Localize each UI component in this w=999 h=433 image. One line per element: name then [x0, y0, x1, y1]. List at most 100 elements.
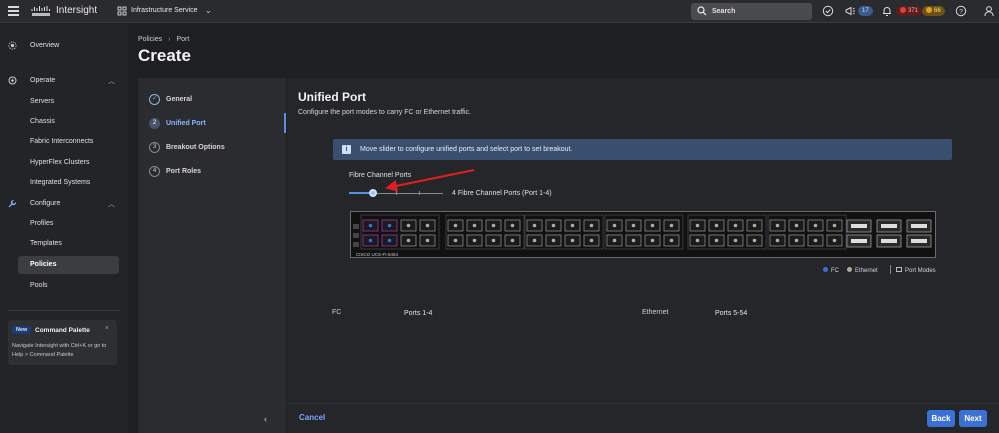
sidebar-item-servers[interactable]: Servers — [30, 98, 54, 105]
port-status-dot[interactable] — [631, 238, 636, 243]
sidebar-item-overview[interactable]: Overview — [30, 42, 59, 49]
port-status-dot[interactable] — [472, 223, 477, 228]
port-status-dot[interactable] — [368, 238, 373, 243]
port-status-dot[interactable] — [491, 223, 496, 228]
switch-model-label: CISCO UCS-FI-6454 — [356, 252, 399, 257]
port-status-dot[interactable] — [669, 223, 674, 228]
legend-divider — [890, 265, 891, 274]
step-general[interactable]: General — [166, 96, 192, 103]
next-button[interactable]: Next — [959, 410, 987, 427]
sidebar-item-pools[interactable]: Pools — [30, 282, 48, 289]
port-status-dot[interactable] — [714, 223, 719, 228]
cisco-logo-icon — [31, 6, 50, 16]
port-status-dot[interactable] — [425, 223, 430, 228]
breadcrumb-policies[interactable]: Policies — [138, 36, 162, 43]
chevron-up-icon[interactable]: ︿ — [108, 76, 115, 86]
port-status-dot[interactable] — [589, 238, 594, 243]
sidebar-item-integrated-systems[interactable]: Integrated Systems — [30, 179, 90, 186]
sidebar-divider — [8, 310, 120, 311]
port-status-dot[interactable] — [425, 238, 430, 243]
command-palette-desc: Navigate Intersight with Ctrl+K or go to… — [12, 343, 107, 358]
faceplate-label — [353, 224, 359, 229]
port-status-dot[interactable] — [368, 223, 373, 228]
port-status-dot[interactable] — [570, 223, 575, 228]
port-status-dot[interactable] — [714, 238, 719, 243]
port-status-dot[interactable] — [631, 223, 636, 228]
port-status-dot[interactable] — [832, 238, 837, 243]
bell-icon[interactable] — [881, 5, 893, 17]
port-status-dot[interactable] — [551, 238, 556, 243]
port-status-dot[interactable] — [532, 238, 537, 243]
cancel-button[interactable]: Cancel — [299, 413, 325, 422]
search-input[interactable]: Search — [691, 3, 812, 20]
port-status-dot[interactable] — [733, 238, 738, 243]
search-icon — [697, 6, 707, 16]
sidebar-item-profiles[interactable]: Profiles — [30, 220, 53, 227]
port-status-dot[interactable] — [752, 238, 757, 243]
port-status-dot[interactable] — [406, 238, 411, 243]
step-breakout-options[interactable]: Breakout Options — [166, 144, 225, 151]
port-status-dot[interactable] — [387, 223, 392, 228]
collapse-chevron-left-icon[interactable]: ‹ — [264, 414, 267, 424]
sidebar-item-chassis[interactable]: Chassis — [30, 118, 55, 125]
chevron-down-icon[interactable]: ⌄ — [205, 6, 212, 15]
port-status-dot[interactable] — [570, 238, 575, 243]
step-unified-port[interactable]: Unified Port — [166, 120, 206, 127]
port-status-dot[interactable] — [794, 238, 799, 243]
menu-icon[interactable] — [8, 6, 19, 16]
port-status-dot[interactable] — [832, 223, 837, 228]
port-status-dot[interactable] — [387, 238, 392, 243]
port-status-dot[interactable] — [650, 223, 655, 228]
port-status-dot[interactable] — [813, 223, 818, 228]
port-status-dot[interactable] — [589, 223, 594, 228]
sidebar-item-templates[interactable]: Templates — [30, 240, 62, 247]
port-status-dot[interactable] — [695, 238, 700, 243]
port-status-dot[interactable] — [752, 223, 757, 228]
port-status-dot[interactable] — [612, 238, 617, 243]
port-status-dot[interactable] — [532, 223, 537, 228]
sidebar-item-policies[interactable]: Policies — [30, 261, 56, 268]
annotation-arrow — [385, 169, 475, 192]
port-status-dot[interactable] — [453, 223, 458, 228]
port-status-dot[interactable] — [551, 223, 556, 228]
help-icon[interactable]: ? — [955, 5, 967, 17]
port-status-dot[interactable] — [695, 223, 700, 228]
port-status-dot[interactable] — [510, 238, 515, 243]
command-palette-card[interactable]: New Command Palette × Navigate Intersigh… — [8, 320, 117, 365]
port-status-dot[interactable] — [453, 238, 458, 243]
search-placeholder: Search — [712, 8, 736, 15]
port-status-dot[interactable] — [733, 223, 738, 228]
notifications-count-badge[interactable]: 17 — [858, 6, 873, 16]
back-button[interactable]: Back — [927, 410, 955, 427]
warning-alarms-badge[interactable]: 66 — [922, 6, 945, 16]
port-status-dot[interactable] — [669, 238, 674, 243]
chevron-up-icon[interactable]: ︿ — [108, 199, 115, 209]
sidebar-group-configure[interactable]: Configure — [30, 200, 60, 207]
port-status-dot[interactable] — [510, 223, 515, 228]
step-port-roles[interactable]: Port Roles — [166, 168, 201, 175]
switch-ports-diagram[interactable]: CISCO UCS-FI-6454 — [351, 212, 937, 259]
operate-icon — [8, 76, 17, 85]
port-status-dot[interactable] — [775, 238, 780, 243]
port-status-dot[interactable] — [775, 223, 780, 228]
port-status-dot[interactable] — [794, 223, 799, 228]
step-3-number: 3 — [149, 142, 160, 153]
service-icon — [117, 6, 127, 16]
sidebar-item-hyperflex-clusters[interactable]: HyperFlex Clusters — [30, 159, 90, 166]
port-status-dot[interactable] — [612, 223, 617, 228]
port-status-dot[interactable] — [491, 238, 496, 243]
sidebar-group-operate[interactable]: Operate — [30, 77, 55, 84]
sidebar-item-fabric-interconnects[interactable]: Fabric Interconnects — [30, 138, 93, 145]
port-status-dot[interactable] — [406, 223, 411, 228]
check-circle-icon[interactable] — [822, 5, 834, 17]
port-status-dot[interactable] — [650, 238, 655, 243]
critical-alarms-badge[interactable]: 371 — [896, 6, 923, 16]
port-status-dot[interactable] — [472, 238, 477, 243]
legend-port-modes[interactable]: Port Modes — [896, 267, 936, 274]
service-selector[interactable]: Infrastructure Service — [131, 7, 198, 14]
close-icon[interactable]: × — [105, 325, 109, 332]
warning-alarms-count: 66 — [934, 8, 941, 14]
user-icon[interactable] — [983, 5, 995, 17]
port-status-dot[interactable] — [813, 238, 818, 243]
megaphone-icon[interactable] — [844, 5, 856, 17]
